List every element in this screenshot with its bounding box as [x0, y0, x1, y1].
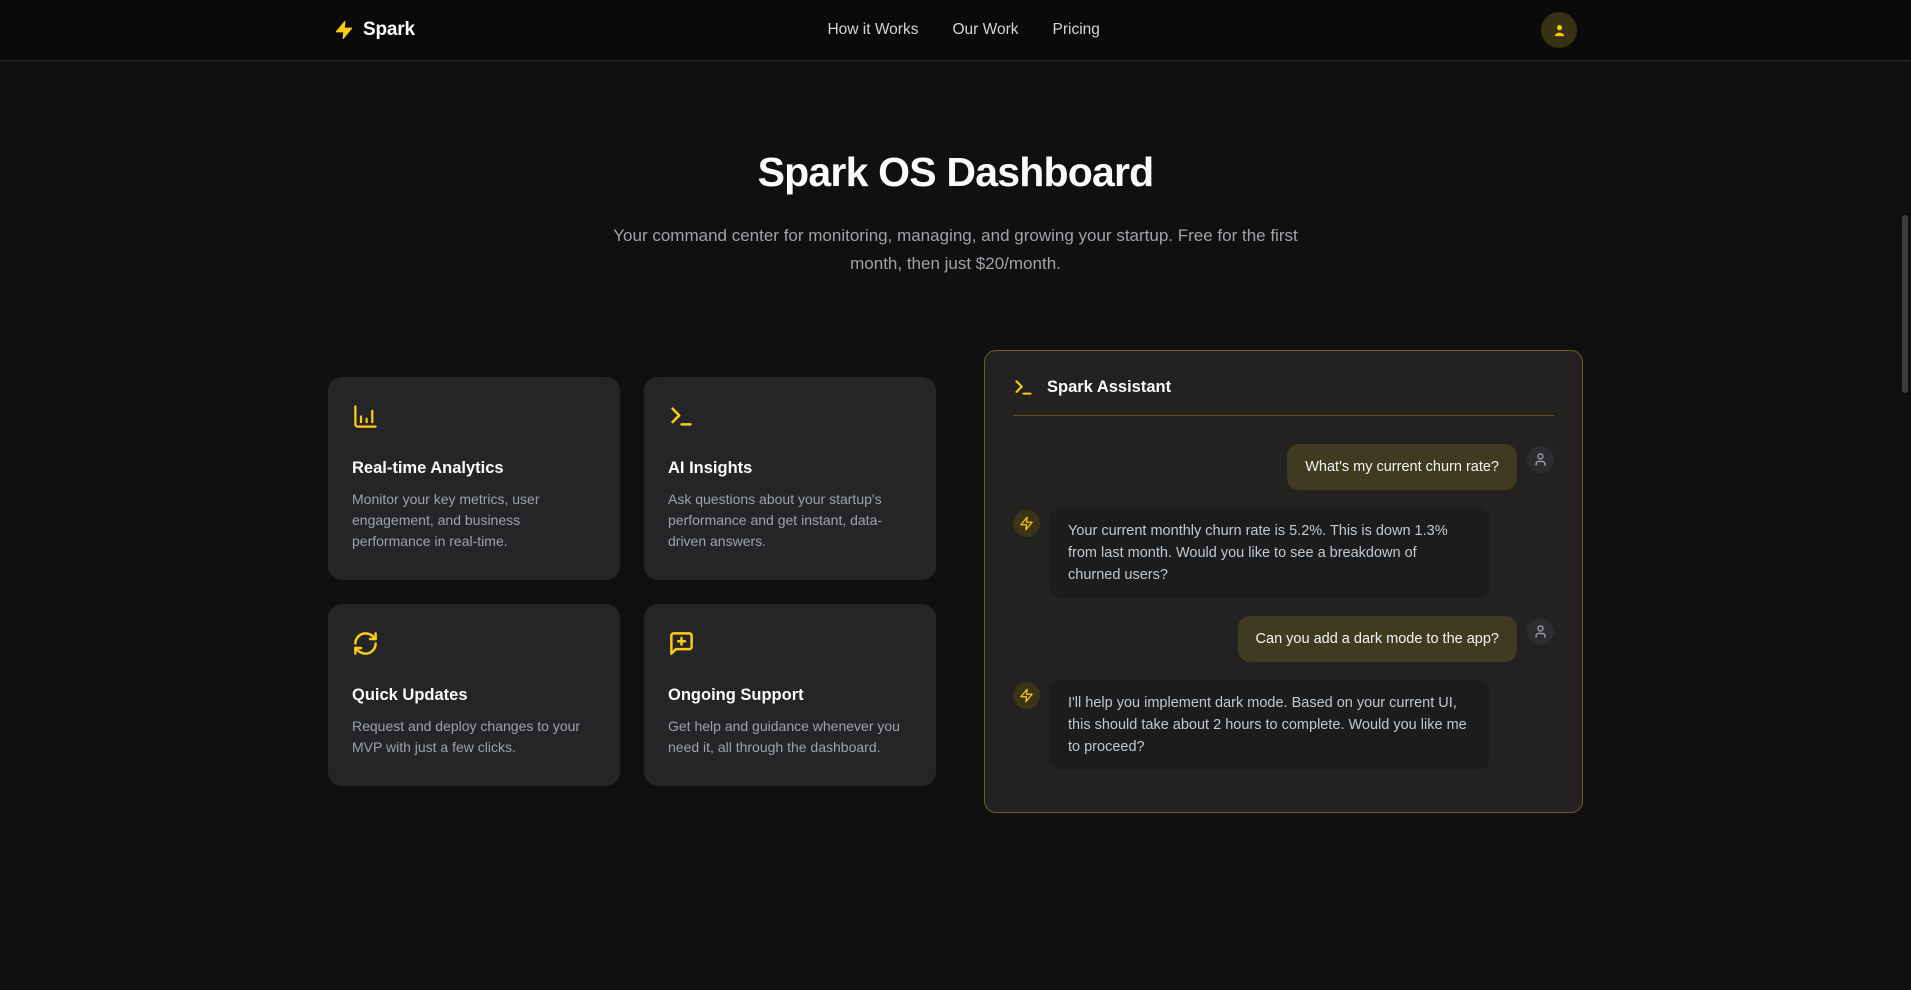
lightning-bolt-icon	[1019, 688, 1034, 703]
assistant-panel: Spark Assistant What's my current churn …	[984, 350, 1583, 813]
page-subtitle: Your command center for monitoring, mana…	[606, 222, 1306, 278]
divider	[1013, 415, 1554, 416]
page-title: Spark OS Dashboard	[0, 149, 1911, 196]
feature-title: Quick Updates	[352, 686, 596, 705]
chat-message-user: Can you add a dark mode to the app?	[1013, 616, 1554, 662]
chat-message-user: What's my current churn rate?	[1013, 444, 1554, 490]
user-message-bubble: Can you add a dark mode to the app?	[1238, 616, 1517, 662]
brand-logo[interactable]: Spark	[334, 19, 415, 41]
features-grid: Real-time Analytics Monitor your key met…	[328, 377, 936, 786]
feature-card-ai-insights: AI Insights Ask questions about your sta…	[644, 377, 936, 580]
user-message-bubble: What's my current churn rate?	[1287, 444, 1517, 490]
top-navbar: Spark How it Works Our Work Pricing	[0, 0, 1911, 61]
assistant-message-bubble: Your current monthly churn rate is 5.2%.…	[1050, 508, 1490, 598]
brand-name: Spark	[363, 19, 415, 41]
user-avatar	[1527, 618, 1554, 645]
assistant-panel-header: Spark Assistant	[1013, 377, 1554, 398]
nav-links: How it Works Our Work Pricing	[827, 21, 1099, 39]
terminal-icon	[1013, 377, 1034, 398]
feature-description: Ask questions about your startup's perfo…	[668, 489, 912, 552]
main-content: Real-time Analytics Monitor your key met…	[328, 350, 1583, 813]
feature-card-analytics: Real-time Analytics Monitor your key met…	[328, 377, 620, 580]
message-plus-icon	[668, 630, 695, 657]
user-icon	[1533, 624, 1548, 639]
feature-description: Request and deploy changes to your MVP w…	[352, 716, 596, 758]
user-icon	[1533, 452, 1548, 467]
feature-card-quick-updates: Quick Updates Request and deploy changes…	[328, 604, 620, 786]
nav-item-how-it-works[interactable]: How it Works	[827, 21, 918, 39]
feature-title: Real-time Analytics	[352, 459, 596, 478]
assistant-message-bubble: I'll help you implement dark mode. Based…	[1050, 680, 1490, 770]
lightning-bolt-icon	[1019, 516, 1034, 531]
scrollbar-thumb[interactable]	[1902, 215, 1908, 393]
assistant-avatar	[1013, 682, 1040, 709]
chat-message-assistant: Your current monthly churn rate is 5.2%.…	[1013, 508, 1554, 598]
chat-message-assistant: I'll help you implement dark mode. Based…	[1013, 680, 1554, 770]
assistant-avatar	[1013, 510, 1040, 537]
refresh-icon	[352, 630, 379, 657]
account-avatar-button[interactable]	[1541, 12, 1577, 48]
feature-description: Get help and guidance whenever you need …	[668, 716, 912, 758]
nav-item-pricing[interactable]: Pricing	[1053, 21, 1100, 39]
nav-item-our-work[interactable]: Our Work	[952, 21, 1018, 39]
lightning-bolt-icon	[334, 20, 354, 40]
terminal-icon	[668, 403, 695, 430]
feature-description: Monitor your key metrics, user engagemen…	[352, 489, 596, 552]
assistant-title: Spark Assistant	[1047, 378, 1171, 397]
feature-title: Ongoing Support	[668, 686, 912, 705]
hero-section: Spark OS Dashboard Your command center f…	[0, 61, 1911, 278]
feature-title: AI Insights	[668, 459, 912, 478]
feature-card-ongoing-support: Ongoing Support Get help and guidance wh…	[644, 604, 936, 786]
user-avatar	[1527, 446, 1554, 473]
user-icon	[1551, 22, 1568, 39]
chat-message-list: What's my current churn rate? Your curre…	[1013, 444, 1554, 770]
bar-chart-icon	[352, 403, 379, 430]
